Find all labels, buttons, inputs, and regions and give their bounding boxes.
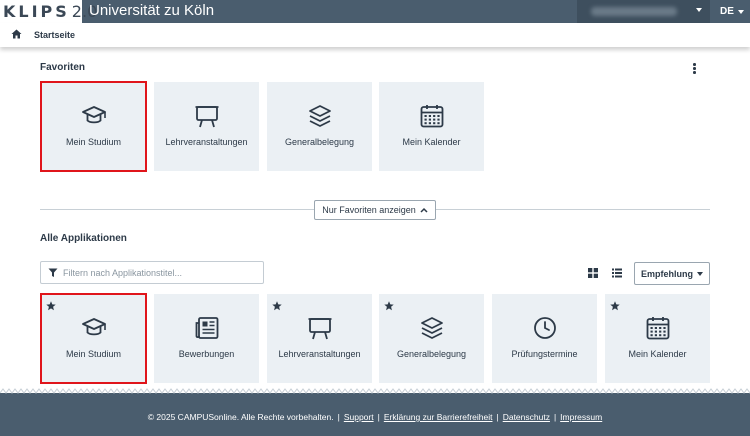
filter-input[interactable]: [63, 264, 259, 281]
chevron-down-icon: [696, 8, 702, 12]
footer-link-imprint[interactable]: Impressum: [560, 412, 602, 422]
user-name-redacted: [591, 7, 677, 16]
app-tile-mein-studium[interactable]: Mein Studium: [40, 293, 147, 384]
favorite-star-icon[interactable]: [384, 298, 394, 311]
chevron-down-icon: [697, 271, 703, 276]
list-view-icon[interactable]: [612, 268, 622, 278]
sort-dropdown[interactable]: Empfehlung: [634, 262, 710, 285]
favorites-only-toggle-button[interactable]: Nur Favoriten anzeigen: [314, 200, 436, 220]
app-tile-label: Prüfungstermine: [511, 349, 578, 359]
zigzag-divider: [0, 388, 750, 398]
klips-logo[interactable]: KLIPS 2.0: [0, 0, 97, 23]
language-selector[interactable]: DE: [712, 0, 750, 23]
favorite-star-icon[interactable]: [610, 298, 620, 311]
app-tile-mein-kalender[interactable]: Mein Kalender: [605, 294, 710, 383]
app-tile-label: Generalbelegung: [396, 349, 467, 359]
app-tile-label: Mein Kalender: [402, 137, 461, 147]
filter-icon: [48, 268, 58, 277]
app-tile-label: Mein Studium: [65, 349, 122, 359]
footer: © 2025 CAMPUSonline. Alle Rechte vorbeha…: [0, 398, 750, 436]
filter-box: [40, 261, 264, 284]
top-header: KLIPS 2.0 Universität zu Köln DE: [0, 0, 750, 23]
more-options-icon[interactable]: [693, 63, 696, 74]
user-menu[interactable]: [577, 0, 710, 23]
chevron-down-icon: [737, 9, 744, 14]
app-tile-mein-kalender[interactable]: Mein Kalender: [379, 82, 484, 171]
favorites-only-label: Nur Favoriten anzeigen: [322, 205, 416, 215]
app-tile-bewerbungen[interactable]: Bewerbungen: [154, 294, 259, 383]
app-tile-generalbelegung[interactable]: Generalbelegung: [267, 82, 372, 171]
all-apps-title: Alle Applikationen: [40, 233, 127, 244]
presentation-board-icon: [307, 315, 333, 341]
app-tile-label: Mein Kalender: [628, 349, 687, 359]
calendar-icon: [645, 315, 671, 341]
newspaper-icon: [194, 315, 220, 341]
graduation-cap-icon: [81, 103, 107, 129]
favorite-star-icon[interactable]: [272, 298, 282, 311]
app-tile-label: Lehrveranstaltungen: [165, 137, 248, 147]
app-tile-label: Mein Studium: [65, 137, 122, 147]
app-tile-generalbelegung[interactable]: Generalbelegung: [379, 294, 484, 383]
app-tile-label: Lehrveranstaltungen: [278, 349, 361, 359]
grid-view-icon[interactable]: [588, 268, 598, 278]
app-tile-label: Bewerbungen: [178, 349, 235, 359]
footer-separator: |: [377, 412, 380, 422]
breadcrumb: Startseite: [0, 23, 750, 47]
app-tile-lehrveranstaltungen[interactable]: Lehrveranstaltungen: [154, 82, 259, 171]
footer-link-accessibility[interactable]: Erklärung zur Barrierefreiheit: [384, 412, 493, 422]
breadcrumb-startseite[interactable]: Startseite: [34, 30, 75, 40]
chevron-up-icon: [420, 207, 428, 213]
layers-icon: [307, 103, 333, 129]
footer-separator: |: [553, 412, 557, 422]
footer-separator: |: [496, 412, 499, 422]
favorites-title: Favoriten: [40, 62, 86, 73]
app-tile-label: Generalbelegung: [284, 137, 355, 147]
app-tile-pruefungstermine[interactable]: Prüfungstermine: [492, 294, 597, 383]
language-label: DE: [720, 6, 734, 17]
layers-icon: [419, 315, 445, 341]
graduation-cap-icon: [81, 315, 107, 341]
favorite-star-icon[interactable]: [46, 298, 56, 311]
footer-link-privacy[interactable]: Datenschutz: [503, 412, 550, 422]
sort-label: Empfehlung: [641, 268, 693, 279]
app-tile-mein-studium[interactable]: Mein Studium: [40, 81, 147, 172]
calendar-icon: [419, 103, 445, 129]
home-icon[interactable]: [11, 29, 22, 39]
footer-separator: |: [337, 412, 340, 422]
logo-text: KLIPS: [3, 2, 70, 21]
copyright-text: © 2025 CAMPUSonline. Alle Rechte vorbeha…: [147, 412, 334, 422]
presentation-board-icon: [194, 103, 220, 129]
university-title: Universität zu Köln: [89, 2, 215, 19]
app-tile-lehrveranstaltungen[interactable]: Lehrveranstaltungen: [267, 294, 372, 383]
clock-icon: [532, 315, 558, 341]
footer-link-support[interactable]: Support: [344, 412, 374, 422]
